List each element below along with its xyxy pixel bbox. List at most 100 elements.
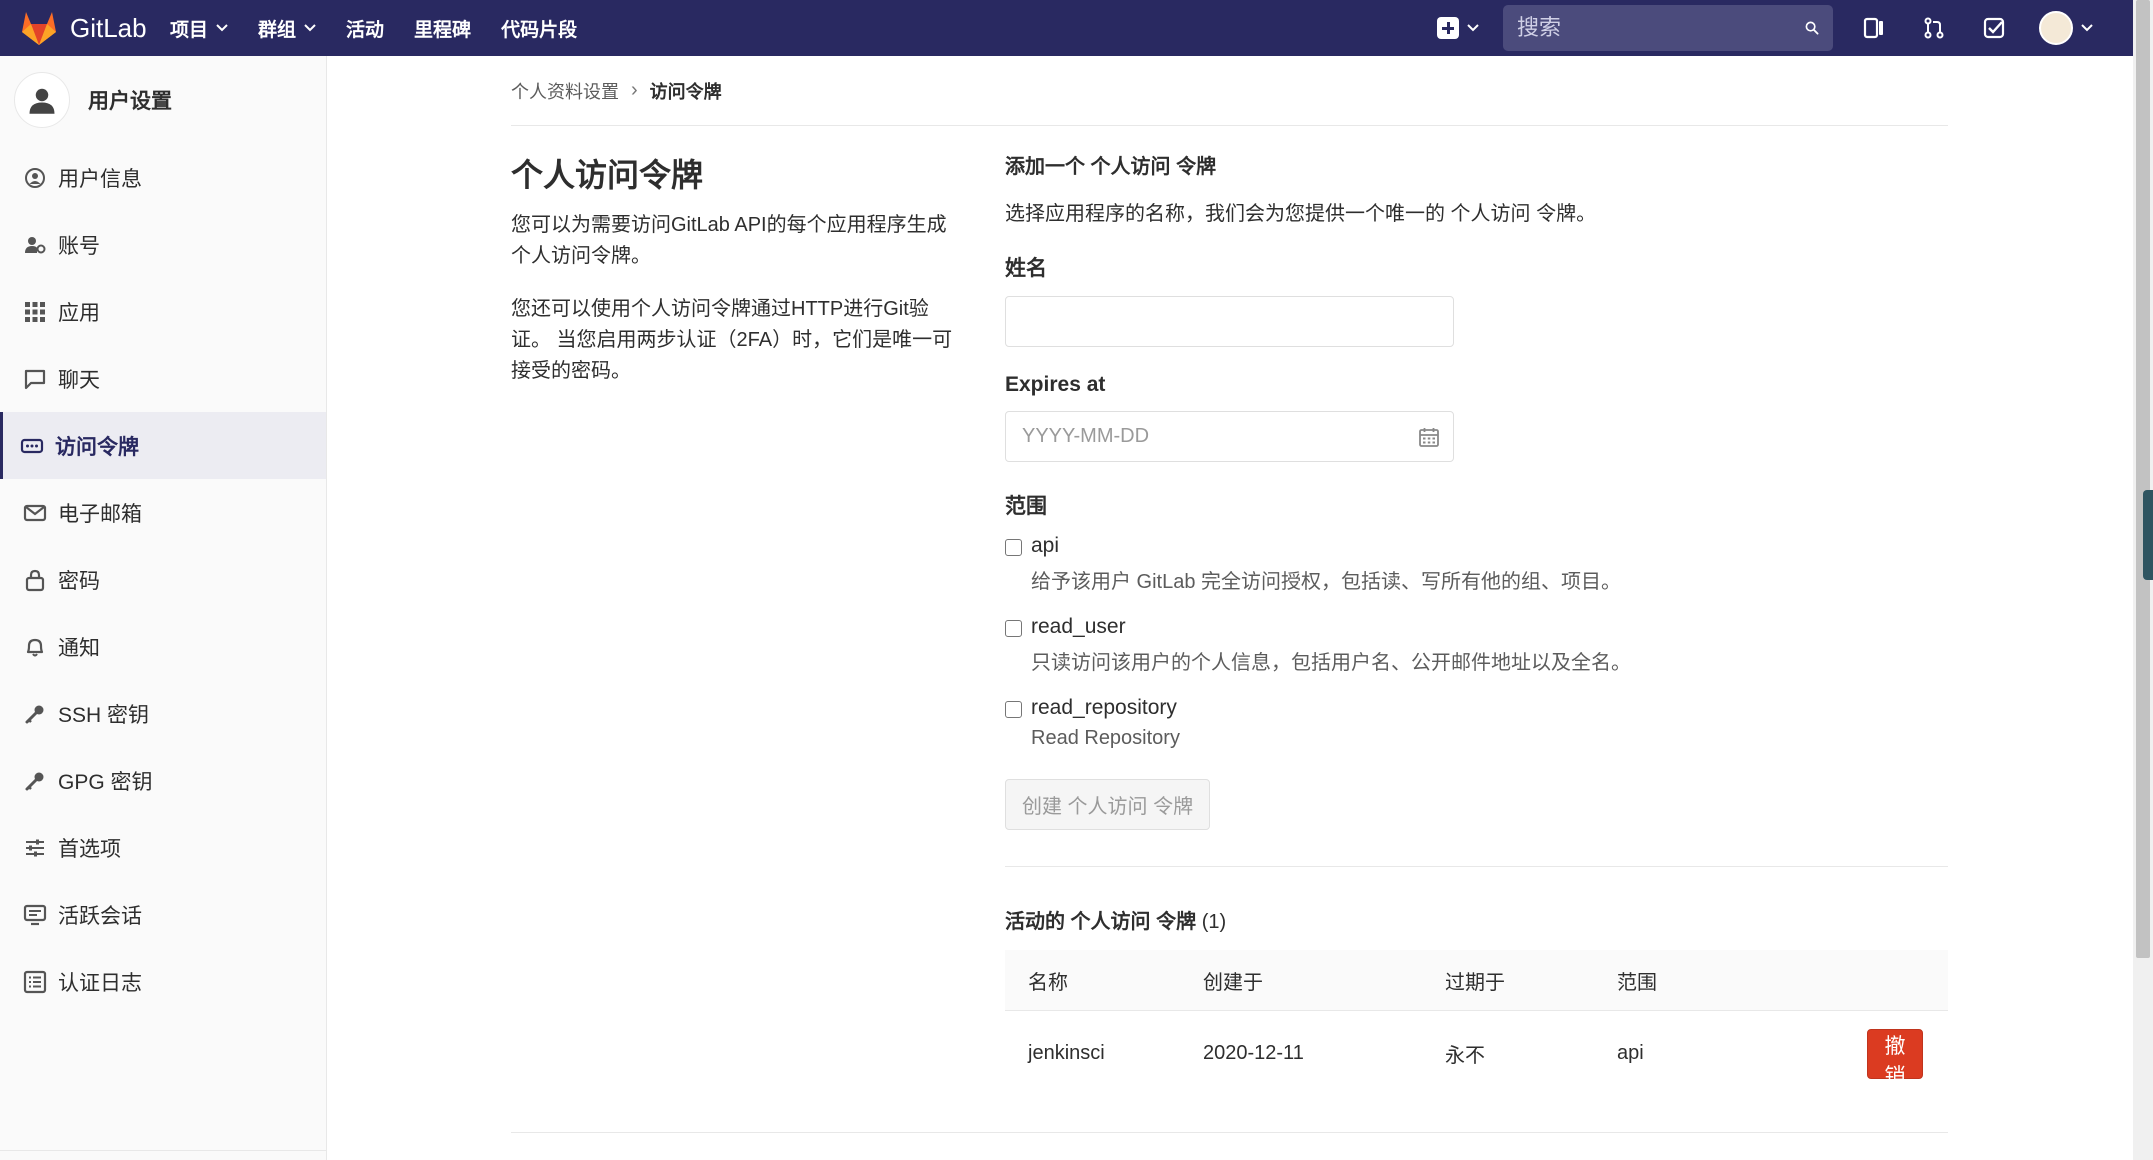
page-scrollbar[interactable] — [2133, 0, 2153, 1160]
sidebar-title: 用户设置 — [88, 90, 172, 113]
scope-name[interactable]: read_user — [1031, 615, 1631, 639]
sidebar-item-applications[interactable]: 应用 — [0, 278, 326, 345]
user-avatar-icon — [14, 72, 70, 128]
revoke-button[interactable]: 撤销 — [1867, 1028, 1923, 1088]
sidebar-item-account[interactable]: 账号 — [0, 211, 326, 278]
breadcrumb-profile-settings[interactable]: 个人资料设置 — [511, 78, 619, 104]
calendar-icon[interactable] — [1418, 426, 1440, 448]
monitor-icon — [23, 904, 47, 925]
token-created-cell: 2020-12-11 — [1203, 1042, 1304, 1064]
sidebar-item-chat[interactable]: 聊天 — [0, 345, 326, 412]
column-header-name: 名称 — [1028, 971, 1068, 994]
sidebar-item-label: 电子邮箱 — [58, 502, 142, 526]
token-name-input[interactable] — [1005, 296, 1454, 347]
expires-label: Expires at — [1005, 373, 1106, 396]
sidebar-item-label: GPG 密钥 — [58, 770, 153, 794]
sidebar-item-label: 活跃会话 — [58, 904, 142, 928]
breadcrumb-current[interactable]: 访问令牌 — [650, 78, 722, 104]
nav-milestones[interactable]: 里程碑 — [414, 15, 471, 42]
token-scopes-cell: api — [1617, 1042, 1644, 1064]
sidebar-item-notifications[interactable]: 通知 — [0, 613, 326, 680]
token-expires-cell: 永不 — [1445, 1045, 1485, 1067]
search-input[interactable] — [1517, 15, 1805, 41]
table-header: 名称 创建于 过期于 范围 — [1005, 950, 1948, 1011]
expires-at-input[interactable] — [1005, 411, 1454, 462]
sidebar-item-emails[interactable]: 电子邮箱 — [0, 479, 326, 546]
scopes-label: 范围 — [1005, 495, 1047, 518]
sidebar-item-auth-log[interactable]: 认证日志 — [0, 948, 326, 1015]
token-name-cell: jenkinsci — [1028, 1042, 1105, 1064]
sidebar-toggle-icon[interactable] — [1859, 13, 1889, 43]
active-tokens-table: 名称 创建于 过期于 范围 jenkinsci 2020-12-11 永不 ap… — [1005, 950, 1948, 1096]
breadcrumb: 个人资料设置 › 访问令牌 — [511, 56, 1948, 126]
new-dropdown-button[interactable] — [1437, 17, 1479, 39]
sidebar-item-label: SSH 密钥 — [58, 703, 150, 727]
column-header-created: 创建于 — [1203, 971, 1263, 994]
footer-divider — [511, 1132, 1948, 1133]
user-menu[interactable] — [2039, 11, 2093, 45]
merge-request-icon[interactable] — [1919, 13, 1949, 43]
search-icon[interactable] — [1805, 18, 1819, 38]
sidebar-item-gpg-keys[interactable]: GPG 密钥 — [0, 747, 326, 814]
tanuki-icon — [22, 12, 56, 45]
sidebar-item-label: 账号 — [58, 234, 100, 258]
chevron-down-icon — [216, 24, 228, 32]
scrollbar-thumb[interactable] — [2136, 0, 2150, 958]
sidebar-header[interactable]: 用户设置 — [0, 56, 326, 144]
nav-groups[interactable]: 群组 — [258, 15, 316, 42]
form-title: 添加一个 个人访问 令牌 — [1005, 156, 1217, 178]
nav-activity[interactable]: 活动 — [346, 15, 384, 42]
settings-sidebar: 用户设置 用户信息 账号 应用 聊天 访问令牌 电子邮箱 密码 通知 SSH 密… — [0, 56, 327, 1160]
expires-date-picker — [1005, 411, 1454, 462]
chevron-right-icon: › — [631, 79, 638, 101]
sidebar-item-profile[interactable]: 用户信息 — [0, 144, 326, 211]
scope-read-user-checkbox[interactable] — [1005, 620, 1022, 637]
nav-projects[interactable]: 项目 — [170, 15, 228, 42]
create-token-button[interactable]: 创建 个人访问 令牌 — [1005, 779, 1211, 830]
key-icon — [25, 772, 44, 790]
chat-icon — [24, 369, 46, 389]
edge-side-tab[interactable] — [2143, 490, 2153, 580]
sliders-icon — [26, 839, 44, 856]
sidebar-item-access-tokens[interactable]: 访问令牌 — [0, 412, 326, 479]
sidebar-collapse-area — [0, 1150, 327, 1160]
scope-read-user: read_user 只读访问该用户的个人信息，包括用户名、公开邮件地址以及全名。 — [1005, 615, 1948, 675]
scope-api-checkbox[interactable] — [1005, 539, 1022, 556]
sidebar-item-label: 聊天 — [58, 368, 100, 392]
brand-name: GitLab — [70, 12, 147, 43]
bell-icon — [26, 638, 44, 656]
sidebar-item-active-sessions[interactable]: 活跃会话 — [0, 881, 326, 948]
sidebar-item-preferences[interactable]: 首选项 — [0, 814, 326, 881]
plus-square-icon — [1437, 17, 1459, 39]
sidebar-item-password[interactable]: 密码 — [0, 546, 326, 613]
scope-name[interactable]: api — [1031, 534, 1621, 558]
intro-paragraph-2: 您还可以使用个人访问令牌通过HTTP进行Git验证。 当您启用两步认证（2FA）… — [511, 298, 953, 382]
sidebar-item-label: 应用 — [58, 301, 100, 325]
nav-snippets[interactable]: 代码片段 — [501, 15, 577, 42]
active-tokens-title: 活动的 个人访问 令牌 (1) — [1005, 905, 1948, 934]
sidebar-item-label: 认证日志 — [58, 971, 142, 995]
mail-icon — [23, 504, 47, 521]
active-tokens-title-text: 活动的 个人访问 令牌 — [1005, 911, 1197, 933]
token-icon — [20, 438, 44, 453]
scope-read-repository-checkbox[interactable] — [1005, 701, 1022, 718]
sidebar-item-label: 访问令牌 — [55, 435, 139, 459]
scope-description: 只读访问该用户的个人信息，包括用户名、公开邮件地址以及全名。 — [1031, 652, 1631, 674]
token-form-section: 添加一个 个人访问 令牌 选择应用程序的名称，我们会为您提供一个唯一的 个人访问… — [1005, 150, 1948, 1096]
list-icon — [23, 970, 47, 993]
scope-name[interactable]: read_repository — [1031, 696, 1180, 720]
section-divider — [1005, 866, 1948, 867]
todo-check-icon[interactable] — [1979, 13, 2009, 43]
page-title: 个人访问令牌 — [511, 157, 704, 193]
sidebar-item-ssh-keys[interactable]: SSH 密钥 — [0, 680, 326, 747]
form-description: 选择应用程序的名称，我们会为您提供一个唯一的 个人访问 令牌。 — [1005, 203, 1597, 225]
intro-section: 个人访问令牌 您可以为需要访问GitLab API的每个应用程序生成个人访问令牌… — [511, 150, 961, 409]
chevron-down-icon — [1467, 24, 1479, 32]
column-header-scopes: 范围 — [1617, 971, 1657, 994]
avatar — [2039, 11, 2073, 45]
nav-activity-label: 活动 — [346, 19, 385, 41]
nav-milestones-label: 里程碑 — [414, 19, 472, 41]
nav-groups-label: 群组 — [258, 19, 297, 41]
name-label: 姓名 — [1005, 257, 1047, 280]
gitlab-logo[interactable]: GitLab — [20, 10, 170, 46]
